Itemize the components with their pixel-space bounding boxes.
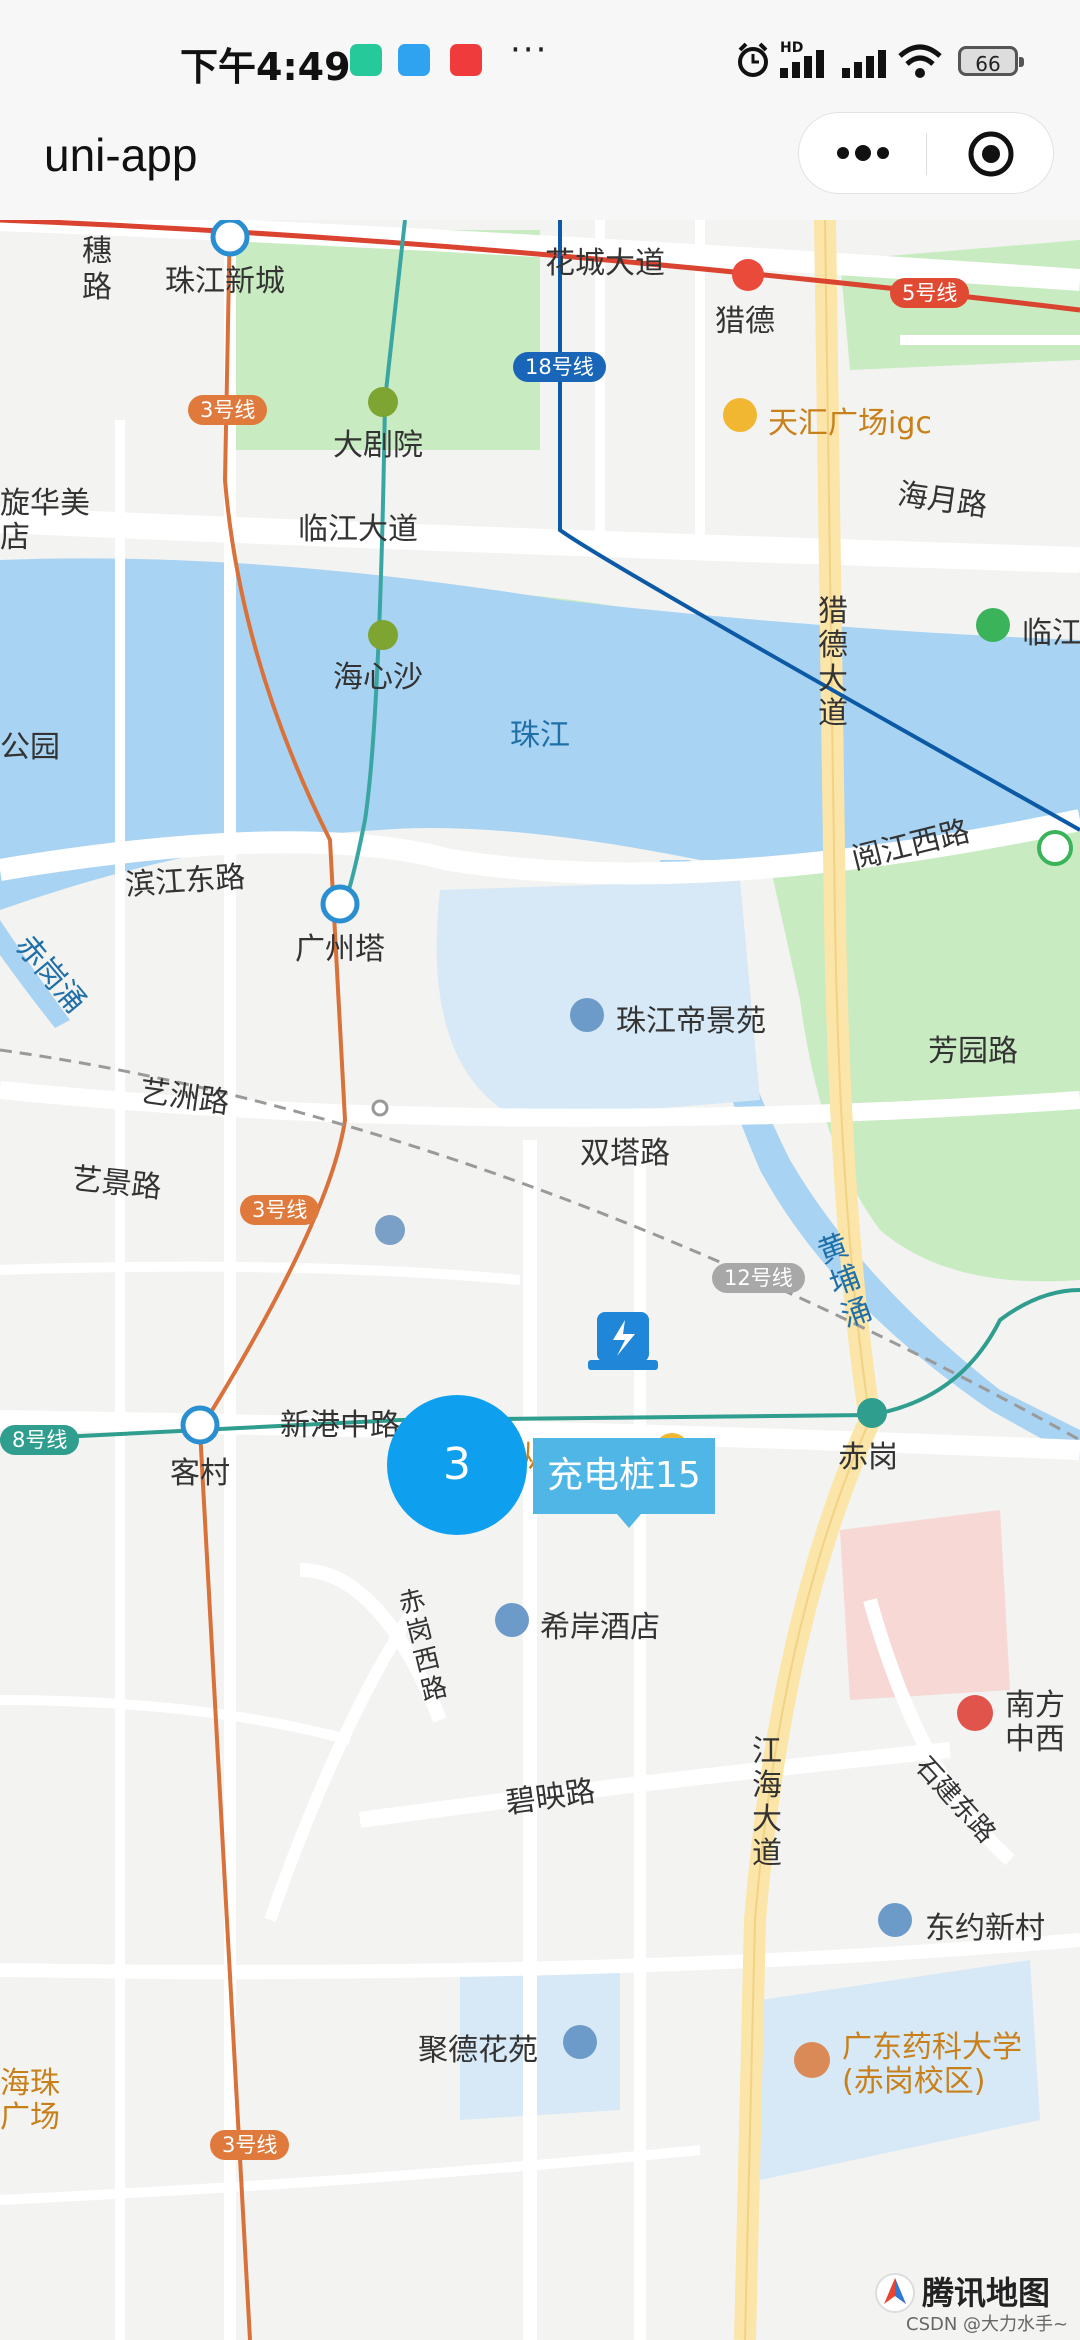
badge-line12: 12号线 bbox=[712, 1263, 805, 1293]
label-binjiang-dong: 滨江东路 bbox=[124, 859, 247, 904]
label-pharma-2: (赤岗校区) bbox=[842, 2064, 986, 2099]
residence-icon bbox=[570, 998, 604, 1032]
label-yijing: 艺景路 bbox=[70, 1161, 164, 1206]
app-e-icon bbox=[398, 44, 430, 76]
badge-line18: 18号线 bbox=[513, 352, 606, 382]
label-gongyuan: 公园 bbox=[0, 730, 60, 765]
label-dajuyuan: 大剧院 bbox=[333, 428, 423, 463]
label-zhujiang: 珠江 bbox=[510, 718, 570, 753]
label-liede: 猎德 bbox=[715, 304, 775, 339]
capsule-divider bbox=[926, 133, 927, 175]
close-miniprogram-icon[interactable] bbox=[967, 130, 1015, 178]
label-zhujiang-dijingyuan: 珠江帝景苑 bbox=[616, 1004, 766, 1039]
station-chigang-icon bbox=[857, 1398, 887, 1428]
label-dongyue: 东约新村 bbox=[925, 1911, 1045, 1946]
label-liede-dadao: 猎德大道 bbox=[818, 594, 848, 731]
label-linjiang-dadao: 临江大道 bbox=[298, 512, 418, 547]
battery-icon: 66 bbox=[958, 46, 1024, 76]
badge-line3-a: 3号线 bbox=[188, 395, 268, 425]
app-shield-icon bbox=[350, 44, 382, 76]
marker-callout[interactable]: 充电桩15 bbox=[533, 1438, 715, 1528]
label-haizhu-2: 广场 bbox=[0, 2100, 60, 2135]
signal-icon-1 bbox=[780, 50, 824, 78]
signal-icon-2 bbox=[842, 50, 886, 78]
label-chigang: 赤岗 bbox=[838, 1440, 898, 1475]
station-kecun-icon bbox=[180, 1405, 220, 1445]
hotel-icon bbox=[495, 1603, 529, 1637]
badge-line3-b: 3号线 bbox=[240, 1195, 320, 1225]
badge-line5: 5号线 bbox=[890, 278, 970, 308]
watermark: CSDN @大力水手~ bbox=[906, 2314, 1069, 2335]
station-zhujiangxincheng-icon bbox=[210, 220, 250, 257]
label-zhujiang-xincheng: 珠江新城 bbox=[165, 264, 285, 299]
park-icon bbox=[976, 608, 1010, 642]
status-time: 下午4:49 bbox=[180, 45, 351, 89]
label-huacheng-dadao: 花城大道 bbox=[545, 246, 665, 281]
residence-dongyue-icon bbox=[878, 1903, 912, 1937]
label-haixinsha: 海心沙 bbox=[333, 660, 423, 695]
tencent-map-logo: 腾讯地图 bbox=[922, 2274, 1051, 2312]
label-tianhui: 天汇广场igc bbox=[768, 406, 932, 441]
label-xian-hotel: 希岸酒店 bbox=[540, 1610, 660, 1645]
hospital-icon bbox=[957, 1695, 993, 1731]
station-haixinsha-icon bbox=[368, 620, 398, 650]
label-judehuayuan: 聚德花苑 bbox=[418, 2033, 538, 2068]
marker-cluster[interactable]: 3 bbox=[387, 1395, 527, 1535]
station-small-icon bbox=[371, 1099, 389, 1117]
station-dajuyuan-icon bbox=[368, 387, 398, 417]
map-view[interactable]: 18号线 5号线 3号线 3号线 3号线 8号线 12号线 珠江新城 穗 路 花… bbox=[0, 220, 1080, 2340]
charging-pile-marker[interactable] bbox=[588, 1312, 658, 1370]
park-east-icon bbox=[1037, 830, 1073, 866]
wifi-icon bbox=[898, 44, 942, 78]
shopping-icon bbox=[723, 398, 757, 432]
label-jianghai-dadao: 江海大道 bbox=[752, 1734, 782, 1871]
label-nanfang-2: 中西 bbox=[1005, 1722, 1065, 1757]
label-shuangta: 双塔路 bbox=[580, 1136, 670, 1171]
poi-hidden-icon bbox=[375, 1215, 405, 1245]
more-icon[interactable] bbox=[833, 131, 893, 175]
app-redpacket-icon bbox=[450, 44, 482, 76]
university-icon bbox=[794, 2042, 830, 2078]
miniprogram-capsule bbox=[798, 112, 1054, 194]
label-fangyuan: 芳园路 bbox=[928, 1034, 1018, 1069]
label-linjiang-right: 临江 bbox=[1022, 616, 1080, 651]
residence-jude-icon bbox=[563, 2025, 597, 2059]
badge-line8: 8号线 bbox=[0, 1425, 80, 1455]
status-more: ··· bbox=[510, 30, 549, 70]
station-liede-icon bbox=[732, 259, 764, 291]
label-xuanhuamei-2: 店 bbox=[0, 520, 30, 555]
badge-line3-c: 3号线 bbox=[210, 2130, 290, 2160]
status-bar: 下午4:49 ··· HD 66 bbox=[0, 0, 1080, 120]
tencent-map-logo-icon bbox=[875, 2273, 915, 2313]
label-guangzhouta: 广州塔 bbox=[295, 932, 385, 967]
label-kecun: 客村 bbox=[170, 1456, 230, 1491]
alarm-icon bbox=[738, 42, 768, 77]
label-xingang-zhong: 新港中路 bbox=[280, 1408, 400, 1443]
label-road-lu: 路 bbox=[82, 270, 112, 305]
station-guangzhouta-icon bbox=[320, 884, 360, 924]
page-title: uni-app bbox=[44, 129, 198, 181]
